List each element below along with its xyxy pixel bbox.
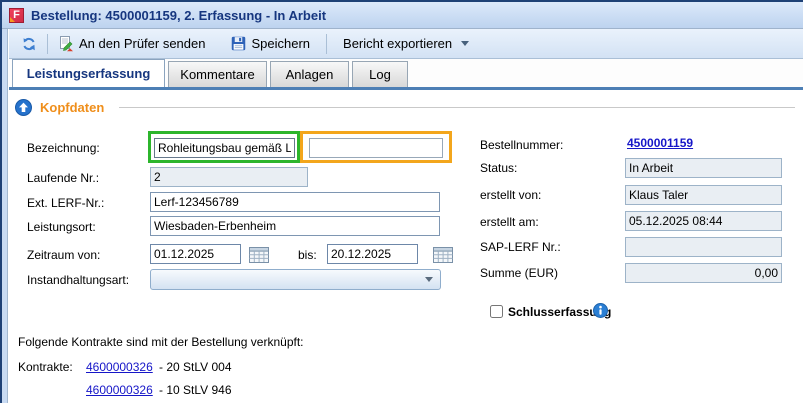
chevron-down-icon	[425, 277, 433, 282]
calendar-bis-button[interactable]	[433, 245, 454, 263]
bezeichnung-extra-input[interactable]	[309, 138, 443, 158]
laufende-nr-field	[150, 167, 308, 187]
leistungsort-label: Leistungsort:	[27, 220, 96, 234]
toolbar: An den Prüfer senden Speichern Bericht e…	[9, 29, 803, 59]
erstellt-von-field	[625, 185, 782, 205]
section-collapse-button[interactable]	[15, 99, 32, 116]
refresh-button[interactable]	[15, 33, 43, 55]
calendar-icon	[249, 246, 269, 263]
ext-lerf-nr-label: Ext. LERF-Nr.:	[27, 196, 104, 210]
refresh-icon	[21, 36, 37, 52]
kontrakt-suffix: - 10 StLV 946	[159, 383, 232, 397]
app-logo-icon: F	[9, 8, 24, 23]
bezeichnung-label: Bezeichnung:	[27, 141, 100, 155]
calendar-icon	[433, 246, 453, 263]
content-panel: Kopfdaten Bezeichnung: Laufende Nr.: Ext…	[9, 90, 803, 403]
laufende-nr-label: Laufende Nr.:	[27, 171, 99, 185]
calendar-von-button[interactable]	[249, 245, 270, 263]
sap-lerf-nr-field	[625, 237, 782, 257]
zeitraum-von-input[interactable]	[150, 244, 241, 264]
send-to-reviewer-button[interactable]: An den Prüfer senden	[52, 33, 211, 55]
zeitraum-bis-label: bis:	[298, 248, 317, 262]
kontrakt-link[interactable]: 4600000326	[86, 383, 153, 397]
title-bar: F Bestellung: 4500001159, 2. Erfassung -…	[2, 2, 803, 29]
section-rule	[119, 107, 795, 108]
tab-log[interactable]: Log	[352, 61, 408, 87]
summe-label: Summe (EUR)	[480, 266, 558, 280]
schlusserfassung-checkbox[interactable]	[490, 305, 503, 318]
circle-arrow-up-icon	[15, 99, 32, 116]
tab-anlagen[interactable]: Anlagen	[270, 61, 349, 87]
tab-kommentare[interactable]: Kommentare	[168, 61, 267, 87]
kontrakte-label: Kontrakte:	[18, 360, 73, 374]
toolbar-separator	[326, 34, 327, 54]
zeitraum-bis-input[interactable]	[327, 244, 418, 264]
send-document-icon	[58, 36, 74, 52]
window-title: Bestellung: 4500001159, 2. Erfassung - I…	[31, 8, 326, 23]
bezeichnung-input[interactable]	[154, 138, 295, 158]
zeitraum-von-label: Zeitraum von:	[27, 248, 100, 262]
kontrakte-intro: Folgende Kontrakte sind mit der Bestellu…	[18, 335, 304, 349]
section-title-kopfdaten: Kopfdaten	[40, 100, 104, 115]
tab-strip: Leistungserfassung Kommentare Anlagen Lo…	[9, 59, 803, 90]
bestellnummer-link[interactable]: 4500001159	[627, 136, 693, 150]
status-label: Status:	[480, 161, 517, 175]
sap-lerf-nr-label: SAP-LERF Nr.:	[480, 240, 561, 254]
erstellt-von-label: erstellt von:	[480, 188, 541, 202]
instandhaltungsart-label: Instandhaltungsart:	[27, 273, 129, 287]
annotation-orange-box	[300, 131, 452, 163]
erstellt-am-label: erstellt am:	[480, 215, 539, 229]
status-field	[625, 158, 782, 178]
kontrakt-link[interactable]: 4600000326	[86, 360, 153, 374]
kontrakt-suffix: - 20 StLV 004	[159, 360, 232, 374]
bestellnummer-label: Bestellnummer:	[480, 138, 563, 152]
instandhaltungsart-dropdown[interactable]	[150, 269, 441, 290]
ext-lerf-nr-input[interactable]	[150, 192, 440, 212]
bestellung-window: F Bestellung: 4500001159, 2. Erfassung -…	[0, 0, 803, 403]
save-label: Speichern	[251, 36, 310, 51]
leistungsort-input[interactable]	[150, 216, 440, 236]
summe-field	[625, 263, 782, 283]
export-report-label: Bericht exportieren	[343, 36, 452, 51]
annotation-green-box	[148, 131, 300, 163]
tab-leistungserfassung[interactable]: Leistungserfassung	[12, 59, 165, 87]
save-disk-icon	[231, 36, 246, 51]
info-icon[interactable]	[593, 303, 608, 318]
chevron-down-icon	[461, 41, 469, 46]
erstellt-am-field	[625, 211, 782, 231]
send-to-reviewer-label: An den Prüfer senden	[79, 36, 205, 51]
toolbar-separator	[47, 34, 48, 54]
window-left-frame	[2, 29, 8, 403]
save-button[interactable]: Speichern	[225, 33, 316, 54]
export-report-button[interactable]: Bericht exportieren	[337, 33, 475, 54]
